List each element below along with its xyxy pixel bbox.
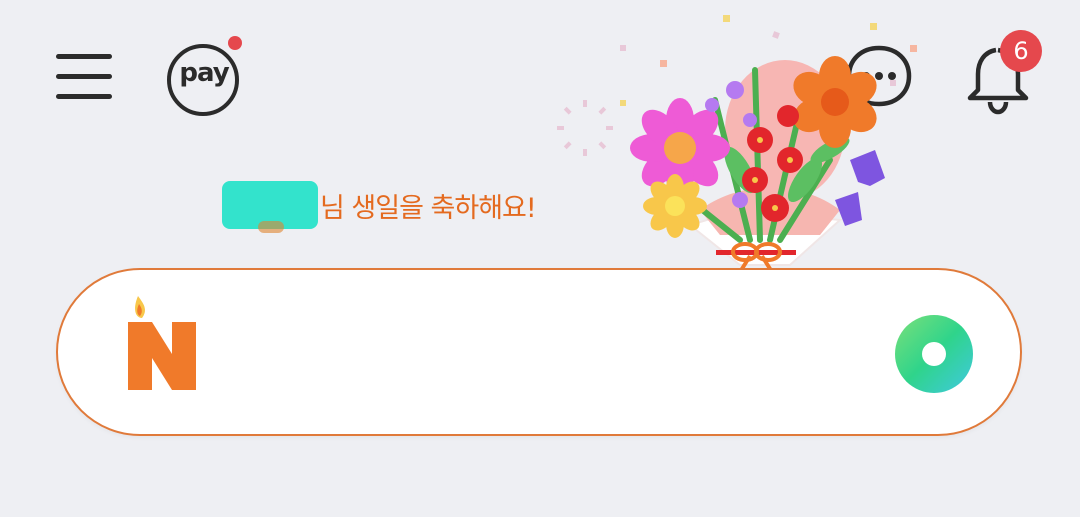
flower-bouquet-illustration bbox=[557, 15, 917, 272]
birthday-greeting: 님 생일을 축하해요! bbox=[222, 180, 537, 233]
pay-button[interactable]: pay bbox=[165, 36, 245, 118]
hamburger-menu-icon-line-2 bbox=[56, 74, 112, 79]
redacted-user-name bbox=[222, 181, 318, 233]
pay-notification-dot bbox=[228, 36, 242, 50]
search-bar[interactable] bbox=[56, 268, 1022, 436]
search-input[interactable] bbox=[218, 310, 872, 394]
naver-birthday-logo-icon bbox=[128, 296, 196, 390]
menu-button[interactable] bbox=[52, 50, 116, 106]
hamburger-menu-icon-line-3 bbox=[56, 94, 112, 99]
green-lens-icon[interactable] bbox=[894, 314, 974, 394]
notifications-button[interactable]: 6 bbox=[962, 30, 1042, 116]
pay-label: pay bbox=[179, 58, 229, 88]
notification-count-badge: 6 bbox=[1000, 30, 1042, 72]
hamburger-menu-icon-line-1 bbox=[56, 54, 112, 59]
greeting-text: 님 생일을 축하해요! bbox=[320, 192, 537, 224]
